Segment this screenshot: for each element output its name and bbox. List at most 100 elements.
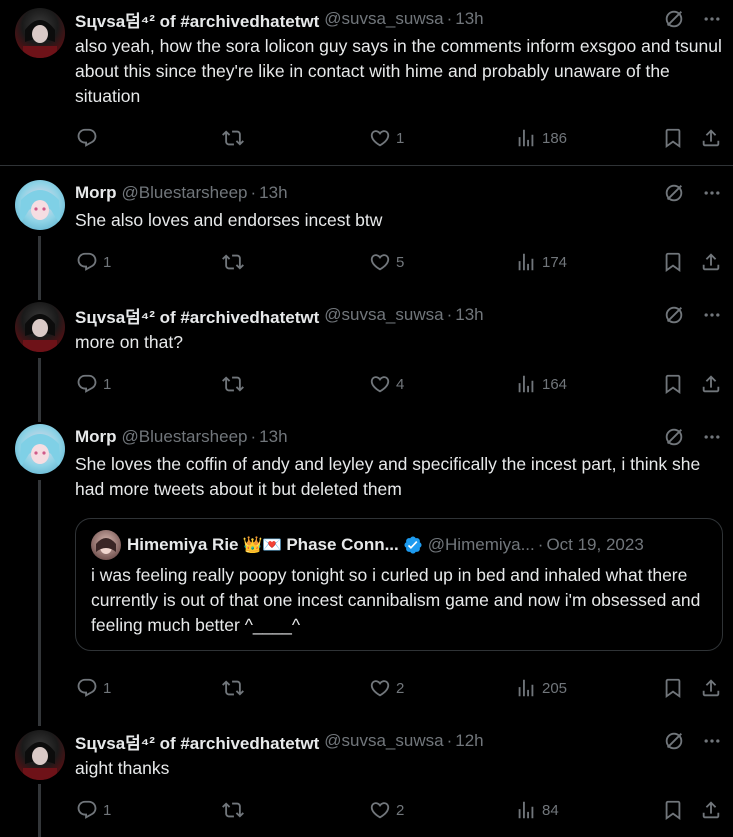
reply-button[interactable]: 1 — [76, 798, 111, 822]
like-button[interactable]: 2 — [369, 676, 404, 700]
view-count: 186 — [542, 129, 568, 147]
grok-icon[interactable] — [663, 304, 685, 326]
retweet-icon — [222, 373, 244, 395]
display-name[interactable]: Morp — [75, 183, 117, 203]
divider — [0, 165, 733, 166]
quoted-name-suffix[interactable]: Phase Conn... — [286, 535, 398, 555]
like-button[interactable]: 2 — [369, 798, 404, 822]
separator-dot: · — [250, 427, 257, 446]
avatar[interactable] — [15, 730, 65, 780]
views-button[interactable]: 164 — [515, 372, 567, 396]
more-icon[interactable] — [701, 8, 723, 30]
tweet[interactable]: Sцvsa덤⁴² of #archivedhatetwt @suvsa_suws… — [0, 292, 733, 410]
tweet[interactable]: Morp @Bluestarsheep · 13h She loves the … — [0, 414, 733, 714]
views-icon — [515, 127, 537, 149]
more-icon[interactable] — [701, 304, 723, 326]
views-icon — [515, 251, 537, 273]
tweet-text: She loves the coffin of andy and leyley … — [75, 454, 701, 499]
tweet[interactable]: Morp @Bluestarsheep · 13h She also loves… — [0, 170, 733, 288]
grok-icon[interactable] — [663, 182, 685, 204]
timestamp[interactable]: 13h — [455, 305, 483, 325]
user-handle[interactable]: @Bluestarsheep — [122, 183, 248, 203]
views-button[interactable]: 205 — [515, 676, 567, 700]
tweet[interactable]: Sцvsa덤⁴² of #archivedhatetwt @suvsa_suws… — [0, 718, 733, 837]
like-icon — [369, 373, 391, 395]
quoted-handle[interactable]: @Himemiya... — [428, 535, 535, 555]
like-button[interactable]: 4 — [369, 372, 404, 396]
timestamp[interactable]: 13h — [455, 9, 483, 29]
share-button[interactable] — [700, 126, 722, 150]
grok-icon[interactable] — [663, 426, 685, 448]
avatar[interactable] — [15, 302, 65, 352]
reply-count: 1 — [103, 679, 112, 697]
separator-dot: · — [446, 731, 453, 750]
tweet-header: Morp @Bluestarsheep · 13h — [75, 426, 723, 448]
grok-icon[interactable] — [663, 730, 685, 752]
avatar[interactable] — [91, 530, 121, 560]
reply-button[interactable]: 1 — [76, 676, 111, 700]
timestamp[interactable]: 12h — [455, 731, 483, 751]
reply-button[interactable]: 1 — [76, 372, 111, 396]
tweet[interactable]: Sцvsa덤⁴² of #archivedhatetwt @suvsa_suws… — [0, 0, 733, 166]
share-button[interactable] — [700, 250, 722, 274]
like-count: 2 — [396, 679, 405, 697]
bookmark-icon — [662, 127, 684, 149]
avatar[interactable] — [15, 180, 65, 230]
bookmark-icon — [662, 373, 684, 395]
name-emoji: 👑💌 — [242, 537, 283, 554]
bookmark-button[interactable] — [662, 372, 684, 396]
reply-button[interactable] — [76, 126, 103, 150]
quoted-tweet[interactable]: Himemiya Rie 👑💌 Phase Conn... @Himemiya.… — [75, 518, 723, 651]
reply-icon — [76, 251, 98, 273]
reply-button[interactable]: 1 — [76, 250, 111, 274]
views-icon — [515, 677, 537, 699]
user-handle[interactable]: @Bluestarsheep — [122, 427, 248, 447]
share-button[interactable] — [700, 676, 722, 700]
retweet-button[interactable] — [222, 126, 249, 150]
share-button[interactable] — [700, 798, 722, 822]
reply-icon — [76, 373, 98, 395]
user-handle[interactable]: @suvsa_suwsa — [324, 305, 443, 325]
display-name[interactable]: Sцvsa덤⁴² of #archivedhatetwt — [75, 7, 319, 32]
like-button[interactable]: 5 — [369, 250, 404, 274]
bookmark-icon — [662, 677, 684, 699]
avatar[interactable] — [15, 8, 65, 58]
user-handle[interactable]: @suvsa_suwsa — [324, 9, 443, 29]
tweet-header: Sцvsa덤⁴² of #archivedhatetwt @suvsa_suws… — [75, 7, 723, 32]
timestamp[interactable]: 13h — [259, 183, 287, 203]
grok-icon[interactable] — [663, 8, 685, 30]
quoted-date[interactable]: Oct 19, 2023 — [546, 535, 643, 555]
display-name[interactable]: Sцvsa덤⁴² of #archivedhatetwt — [75, 303, 319, 328]
like-count: 4 — [396, 375, 405, 393]
more-icon[interactable] — [701, 182, 723, 204]
share-button[interactable] — [700, 372, 722, 396]
retweet-icon — [222, 251, 244, 273]
user-handle[interactable]: @suvsa_suwsa — [324, 731, 443, 751]
timestamp[interactable]: 13h — [259, 427, 287, 447]
view-count: 164 — [542, 375, 568, 393]
more-icon[interactable] — [701, 730, 723, 752]
view-count: 84 — [542, 801, 559, 819]
reply-count: 1 — [103, 253, 112, 271]
views-button[interactable]: 174 — [515, 250, 567, 274]
reply-icon — [76, 799, 98, 821]
more-icon[interactable] — [701, 426, 723, 448]
bookmark-button[interactable] — [662, 798, 684, 822]
display-name[interactable]: Morp — [75, 427, 117, 447]
display-name[interactable]: Sцvsa덤⁴² of #archivedhatetwt — [75, 729, 319, 754]
like-button[interactable]: 1 — [369, 126, 404, 150]
retweet-button[interactable] — [222, 798, 249, 822]
like-icon — [369, 127, 391, 149]
views-button[interactable]: 84 — [515, 798, 559, 822]
bookmark-button[interactable] — [662, 126, 684, 150]
tweet-header: Sцvsa덤⁴² of #archivedhatetwt @suvsa_suws… — [75, 729, 723, 754]
avatar[interactable] — [15, 424, 65, 474]
retweet-button[interactable] — [222, 372, 249, 396]
bookmark-button[interactable] — [662, 676, 684, 700]
bookmark-button[interactable] — [662, 250, 684, 274]
retweet-button[interactable] — [222, 676, 249, 700]
quoted-display-name[interactable]: Himemiya Rie — [127, 535, 239, 555]
views-button[interactable]: 186 — [515, 126, 567, 150]
tweet-header: Morp @Bluestarsheep · 13h — [75, 182, 723, 204]
retweet-button[interactable] — [222, 250, 249, 274]
